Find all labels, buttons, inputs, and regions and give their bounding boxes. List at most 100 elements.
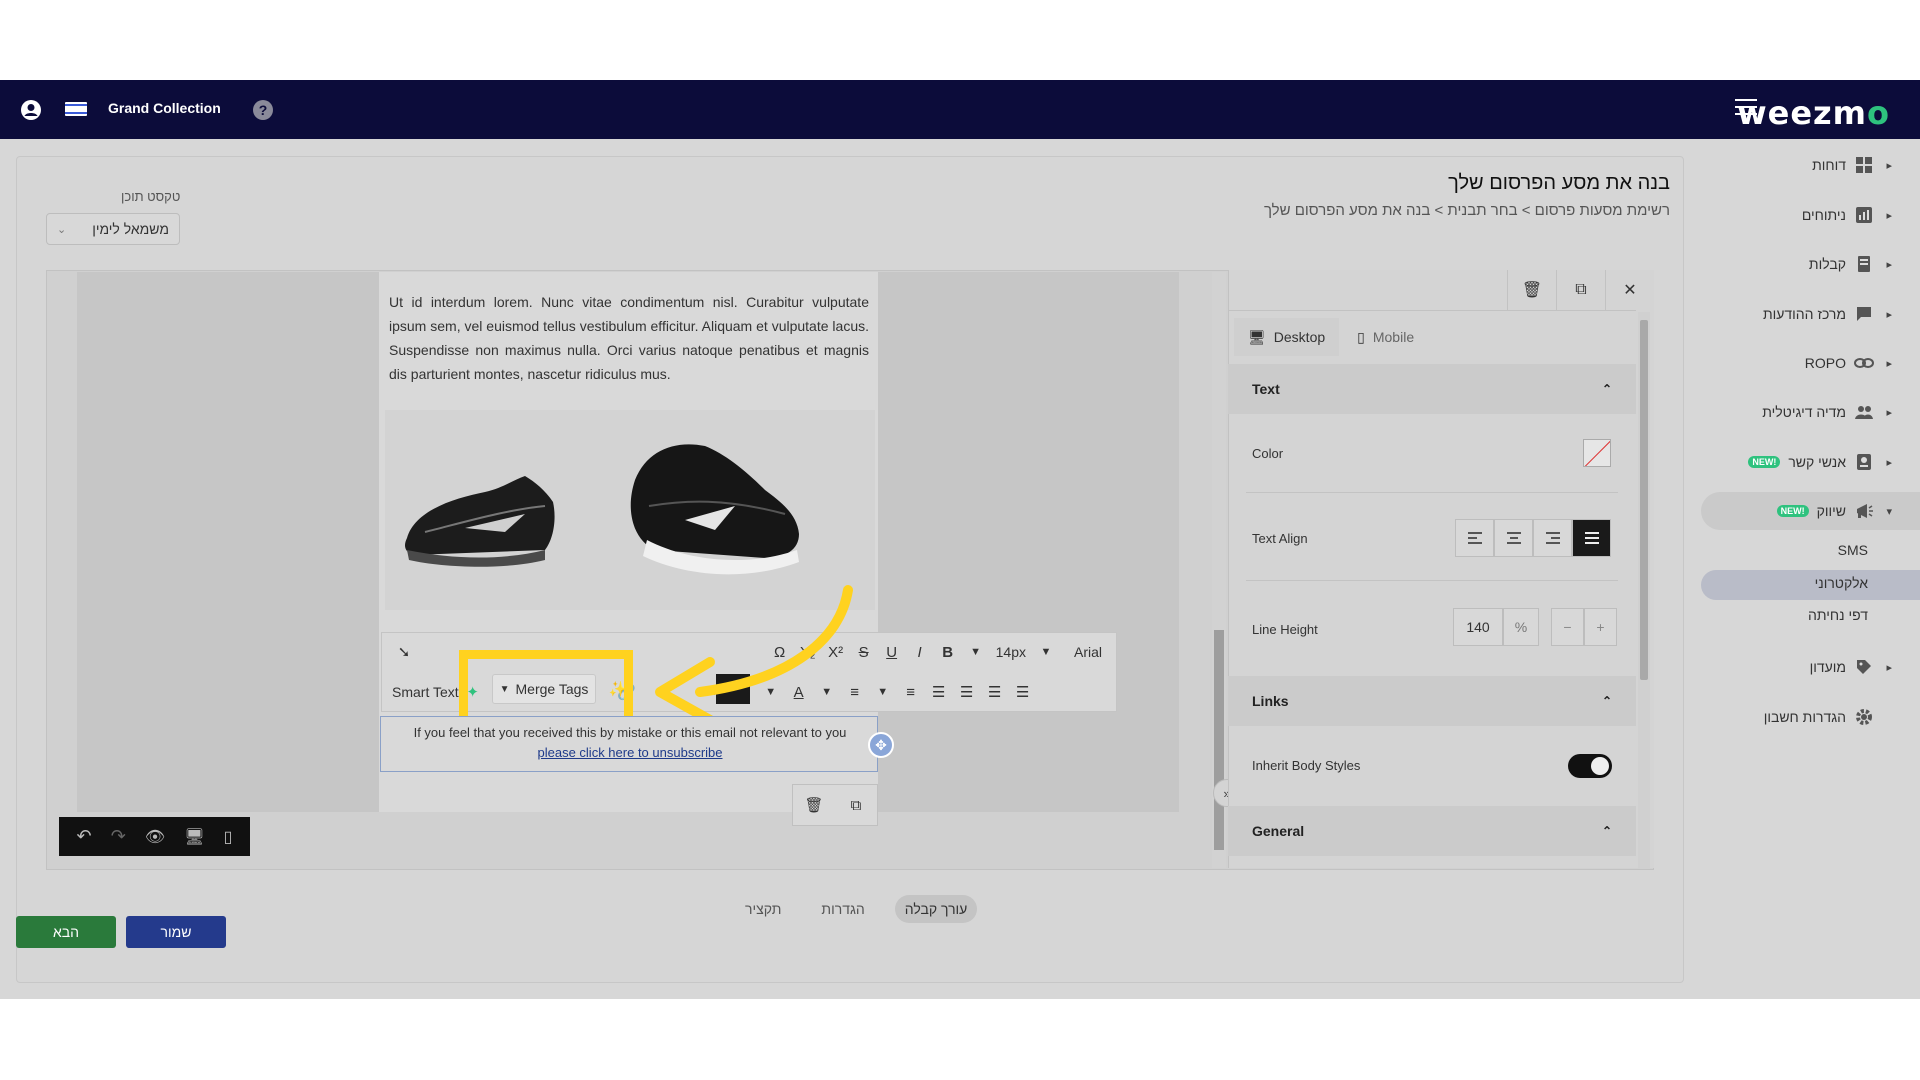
direction-select[interactable]: ⌄ משמאל לימין [46,213,180,245]
redo-icon[interactable]: ↷ [111,826,126,847]
next-button[interactable]: הבא [16,916,116,948]
sidebar-item-ropo[interactable]: ▸ ROPO [1805,351,1892,375]
tab-desktop[interactable]: 🖥 Desktop [1234,318,1340,356]
user-icon[interactable] [20,99,42,121]
bold-icon[interactable]: B [934,637,962,667]
email-body-text[interactable]: Ut id interdum lorem. Nunc vitae condime… [389,290,869,386]
font-size-select[interactable]: 14px [990,637,1032,667]
delete-icon[interactable]: 🗑 [800,790,828,820]
smart-text-label[interactable]: Smart Text [392,684,459,700]
mobile-icon[interactable]: ▯ [224,827,233,847]
text-align-label: Text Align [1252,531,1308,546]
pin-icon[interactable]: ➘ [390,637,418,667]
section-links[interactable]: Links ⌃ [1228,676,1636,726]
italic-icon[interactable]: I [906,637,934,667]
panel-scrollbar-thumb[interactable] [1640,320,1648,680]
divider [1228,310,1636,311]
chevron-down-icon[interactable]: ▼ [962,637,990,667]
color-label: Color [1252,446,1284,461]
plus-icon[interactable]: + [1584,608,1617,646]
chevron-down-icon: ▾ [1886,505,1892,518]
desktop-icon[interactable]: 🖥 [184,827,204,847]
align-center-icon[interactable] [1494,519,1533,557]
align-justify-icon[interactable]: ☰ [925,677,953,707]
chevron-up-icon: ⌃ [1601,824,1612,838]
chevron-right-icon: ▸ [1886,661,1892,674]
sidebar-item-marketing[interactable]: ▾ שיווק NEW! [1776,499,1892,523]
sidebar-sub-email[interactable]: אלקטרוני [1815,575,1868,591]
help-icon[interactable]: ? [252,99,274,121]
sidebar-sub-sms[interactable]: SMS [1838,542,1868,558]
preview-icon[interactable]: 👁 [145,827,165,847]
tab-mobile[interactable]: ▯ Mobile [1343,318,1428,356]
settings-panel [1228,270,1654,868]
section-text[interactable]: Text ⌃ [1228,364,1636,414]
align-right-icon[interactable]: ☰ [953,677,981,707]
align-left-icon[interactable] [1455,519,1494,557]
sidebar-item-label: מועדון [1809,659,1846,675]
inherit-body-styles-toggle[interactable] [1568,754,1612,778]
sidebar-item-reports[interactable]: ▸ דוחות [1812,153,1892,177]
section-title: General [1252,823,1305,839]
chevron-down-icon: ⌄ [57,223,67,236]
align-left-icon[interactable]: ☰ [1009,677,1037,707]
align-right-icon[interactable] [1533,519,1572,557]
footer-text[interactable]: If you feel that you received this by mi… [385,725,875,740]
minus-icon[interactable]: − [1551,608,1584,646]
sidebar-item-digital-media[interactable]: ▸ מדיה דיגיטלית [1762,400,1892,424]
move-icon[interactable]: ✥ [868,732,894,758]
account-name[interactable]: Grand Collection [108,100,221,116]
breadcrumb[interactable]: רשימת מסעות פרסום > בחר תבנית > בנה את מ… [1264,202,1670,219]
line-height-label: Line Height [1252,622,1318,637]
sidebar-item-receipts[interactable]: ▸ קבלות [1809,252,1892,276]
sidebar-sub-landing-pages[interactable]: דפי נחיתה [1808,607,1868,623]
contact-icon [1854,452,1874,472]
align-center-icon[interactable]: ☰ [981,677,1009,707]
delete-icon[interactable]: 🗑 [1507,270,1556,310]
line-height-control: 140 % − + [1453,608,1617,646]
underline-icon[interactable]: U [878,637,906,667]
gear-icon [1854,707,1874,727]
megaphone-icon [1854,501,1874,521]
bullet-list-icon[interactable]: ≡ [897,677,925,707]
unsubscribe-link[interactable]: please click here to unsubscribe [385,745,875,760]
close-icon[interactable]: ✕ [1605,270,1654,310]
chevron-right-icon: ▸ [1886,209,1892,222]
duplicate-icon[interactable]: ⧉ [842,790,870,820]
sidebar-item-club[interactable]: ▸ מועדון [1810,655,1892,679]
shoe-left-image [405,476,555,567]
chevron-right-icon: ▸ [1886,456,1892,469]
block-actions: 🗑 ⧉ [792,784,878,826]
sidebar-item-label: הגדרות חשבון [1763,709,1846,725]
inherit-body-styles-label: Inherit Body Styles [1252,758,1361,773]
sidebar-item-label: מדיה דיגיטלית [1762,404,1846,420]
chevron-down-icon[interactable]: ▼ [869,677,897,707]
chevron-down-icon[interactable]: ▼ [1032,637,1060,667]
color-picker[interactable] [1583,439,1611,467]
chevron-right-icon: ▸ [1886,406,1892,419]
device-tabs: 🖥 Desktop ▯ Mobile [1234,318,1428,356]
section-general[interactable]: General ⌃ [1228,806,1636,856]
new-badge: NEW! [1748,456,1781,468]
align-justify-icon[interactable] [1572,519,1611,557]
duplicate-icon[interactable]: ⧉ [1556,270,1605,310]
sidebar-item-contacts[interactable]: ▸ אנשי קשר NEW! [1748,450,1892,474]
font-family-select[interactable]: Arial [1060,637,1116,667]
sidebar-item-messages[interactable]: ▸ מרכז ההודעות [1763,302,1892,326]
sidebar-item-label: אנשי קשר [1788,454,1846,470]
direction-value: משמאל לימין [92,221,169,237]
tab-label: Desktop [1273,329,1326,345]
divider [1246,580,1618,581]
tab-settings[interactable]: הגדרות [811,895,874,923]
mobile-icon: ▯ [1357,328,1365,345]
canvas-scrollbar-thumb[interactable] [1214,630,1224,850]
tab-receipt-editor[interactable]: עורך קבלה [894,895,978,923]
chevron-right-icon: ▸ [1886,159,1892,172]
sidebar-item-analytics[interactable]: ▸ ניתוחים [1802,203,1892,227]
line-height-input[interactable]: 140 [1453,608,1503,646]
save-button[interactable]: שמור [126,916,226,948]
undo-icon[interactable]: ↶ [77,826,92,847]
tab-summary[interactable]: תקציר [735,895,791,923]
flag-icon[interactable] [65,102,87,116]
sidebar-item-account-settings[interactable]: הגדרות חשבון [1764,705,1874,729]
